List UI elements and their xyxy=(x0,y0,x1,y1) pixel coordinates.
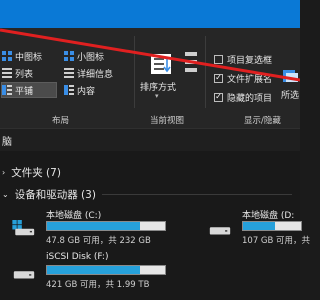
drive-name: 本地磁盘 (D: xyxy=(242,211,295,221)
drive-usage-bar xyxy=(46,221,166,231)
section-divider xyxy=(101,194,292,195)
address-bar[interactable]: 脑 xyxy=(0,128,300,152)
drive-tile[interactable]: 本地磁盘 (D: 107 GB 可用，共 xyxy=(200,208,310,248)
drive-usage-fill xyxy=(243,222,275,230)
drive-usage-bar xyxy=(46,265,166,275)
drive-icon xyxy=(13,271,35,279)
drive-free-space: 107 GB 可用，共 xyxy=(242,236,311,246)
drive-icon xyxy=(209,227,231,235)
drive-tile[interactable]: iSCSI Disk (F:) 421 GB 可用，共 1.99 TB xyxy=(4,252,200,292)
drives-section-header[interactable]: ⌄ 设备和驱动器 (3) xyxy=(0,187,292,202)
drives-section-label: 设备和驱动器 (3) xyxy=(14,189,96,201)
drive-free-space: 421 GB 可用，共 1.99 TB xyxy=(46,280,150,290)
drive-usage-fill xyxy=(47,222,141,230)
layout-group-label: 布局 xyxy=(52,116,70,126)
folders-section-header[interactable]: › 文件夹 (7) xyxy=(0,165,61,180)
drive-name: iSCSI Disk (F:) xyxy=(46,252,109,262)
windows-drive-icon xyxy=(12,220,35,236)
chevron-right-icon: › xyxy=(2,168,6,177)
drive-tile[interactable]: 本地磁盘 (C:) 47.8 GB 可用，共 232 GB xyxy=(4,208,200,248)
breadcrumb: 脑 xyxy=(2,137,12,148)
annotation-red-line xyxy=(0,28,300,82)
current-view-group-label: 当前视图 xyxy=(150,116,185,126)
show-hide-group-label: 显示/隐藏 xyxy=(244,116,281,126)
folders-section-label: 文件夹 (7) xyxy=(11,167,61,179)
drive-usage-bar xyxy=(242,221,302,231)
drive-free-space: 47.8 GB 可用，共 232 GB xyxy=(46,236,151,246)
chevron-down-icon: ⌄ xyxy=(2,190,9,199)
this-pc-content-pane: › 文件夹 (7) ⌄ 设备和驱动器 (3) 本地磁盘 (C:) 47.8 GB… xyxy=(0,151,310,300)
drive-name: 本地磁盘 (C:) xyxy=(46,211,102,221)
drive-usage-fill xyxy=(47,266,141,274)
